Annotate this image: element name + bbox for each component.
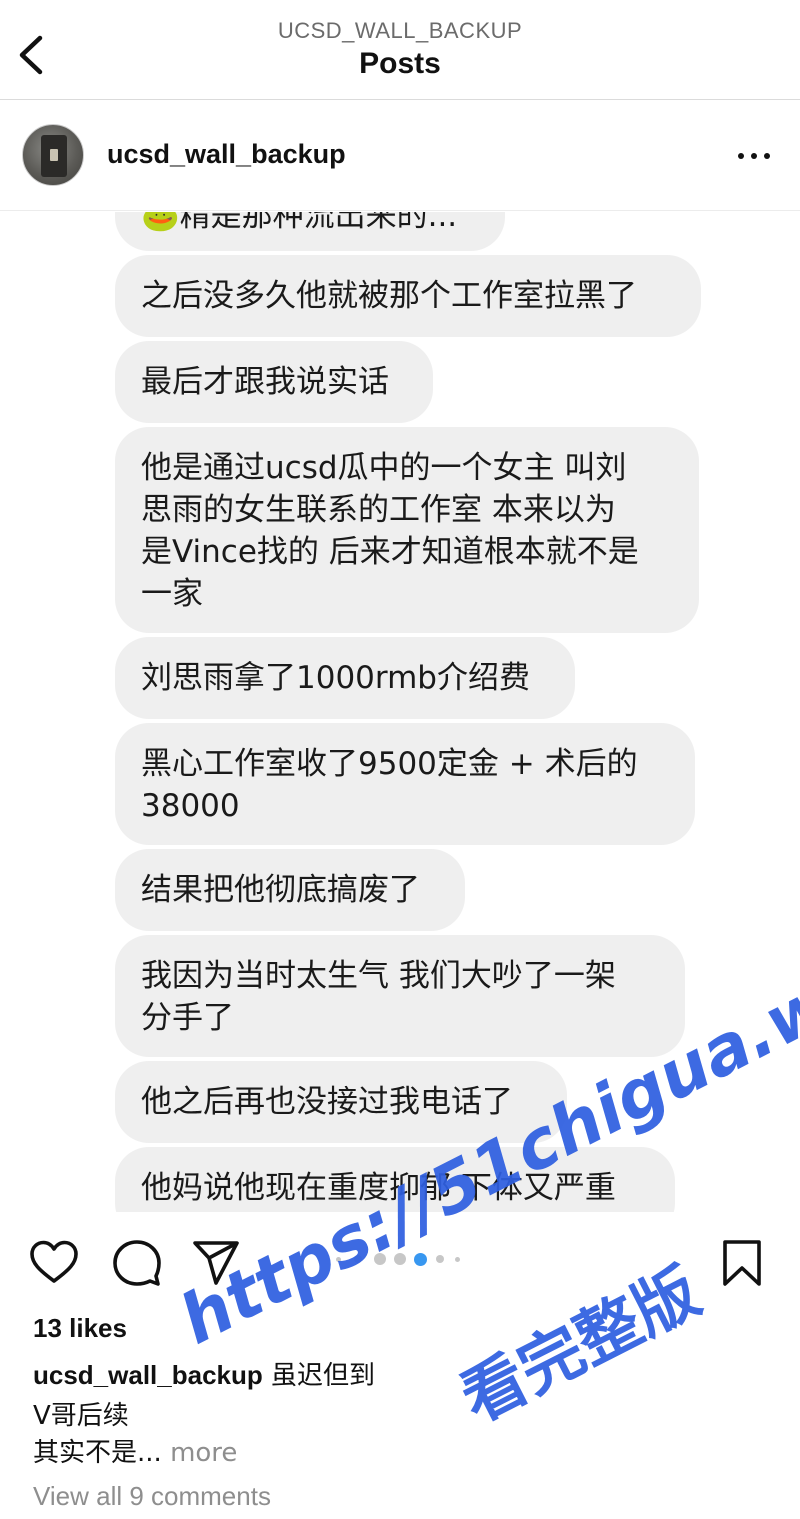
- caption-line-text: 其实不是...: [33, 1438, 162, 1468]
- comment-button[interactable]: [112, 1238, 162, 1288]
- carousel-dot-active: [414, 1253, 427, 1266]
- avatar[interactable]: [22, 124, 84, 186]
- more-link[interactable]: more: [170, 1438, 237, 1468]
- chat-message-bubble: 刘思雨拿了1000rmb介绍费: [115, 637, 575, 719]
- caption-line: V哥后续: [33, 1401, 129, 1431]
- send-icon: [193, 1241, 239, 1285]
- bookmark-icon: [723, 1240, 761, 1286]
- more-options-button[interactable]: [734, 139, 774, 173]
- chat-message-bubble: 🐸精是那种流出来的...: [115, 212, 505, 251]
- caption-text: 虽迟但到: [271, 1361, 376, 1391]
- carousel-dot: [336, 1257, 341, 1262]
- post-image[interactable]: 🐸精是那种流出来的... 之后没多久他就被那个工作室拉黑了 最后才跟我说实话 他…: [0, 212, 800, 1212]
- top-nav-bar: UCSD_WALL_BACKUP Posts: [0, 0, 800, 100]
- carousel-dot: [394, 1253, 406, 1265]
- like-button[interactable]: [29, 1238, 79, 1288]
- chat-message-bubble: 他妈说他现在重度抑郁 下体又严重: [115, 1147, 675, 1212]
- account-subtitle: UCSD_WALL_BACKUP: [277, 18, 523, 43]
- more-dot-icon: [738, 153, 744, 159]
- share-button[interactable]: [191, 1238, 241, 1288]
- save-button[interactable]: [717, 1238, 767, 1288]
- carousel-dot: [436, 1255, 444, 1263]
- caption-username[interactable]: ucsd_wall_backup: [33, 1360, 263, 1390]
- carousel-dot: [374, 1253, 386, 1265]
- carousel-indicator: [334, 1253, 474, 1266]
- more-dot-icon: [764, 153, 770, 159]
- post-action-bar: [0, 1212, 800, 1302]
- carousel-dot: [354, 1255, 362, 1263]
- caption-line: 其实不是... more: [33, 1432, 237, 1469]
- carousel-dot: [455, 1257, 460, 1262]
- avatar-image: [41, 135, 67, 177]
- post-username[interactable]: ucsd_wall_backup: [107, 139, 346, 170]
- caption: ucsd_wall_backup 虽迟但到: [33, 1358, 375, 1394]
- comment-icon: [113, 1240, 161, 1286]
- chat-message-bubble: 结果把他彻底搞废了: [115, 849, 465, 931]
- view-comments-link[interactable]: View all 9 comments: [33, 1481, 271, 1512]
- page-title: Posts: [359, 47, 441, 80]
- post-header: ucsd_wall_backup: [0, 101, 800, 211]
- likes-count[interactable]: 13 likes: [33, 1313, 127, 1344]
- chat-message-bubble: 他之后再也没接过我电话了: [115, 1061, 567, 1143]
- chat-message-bubble: 黑心工作室收了9500定金 + 术后的 38000: [115, 723, 695, 845]
- chat-message-bubble: 我因为当时太生气 我们大吵了一架 分手了: [115, 935, 685, 1057]
- chat-message-bubble: 之后没多久他就被那个工作室拉黑了: [115, 255, 701, 337]
- more-dot-icon: [751, 153, 757, 159]
- chat-message-bubble: 最后才跟我说实话: [115, 341, 433, 423]
- heart-icon: [30, 1240, 78, 1283]
- chat-message-bubble: 他是通过ucsd瓜中的一个女主 叫刘 思雨的女生联系的工作室 本来以为 是Vin…: [115, 427, 699, 633]
